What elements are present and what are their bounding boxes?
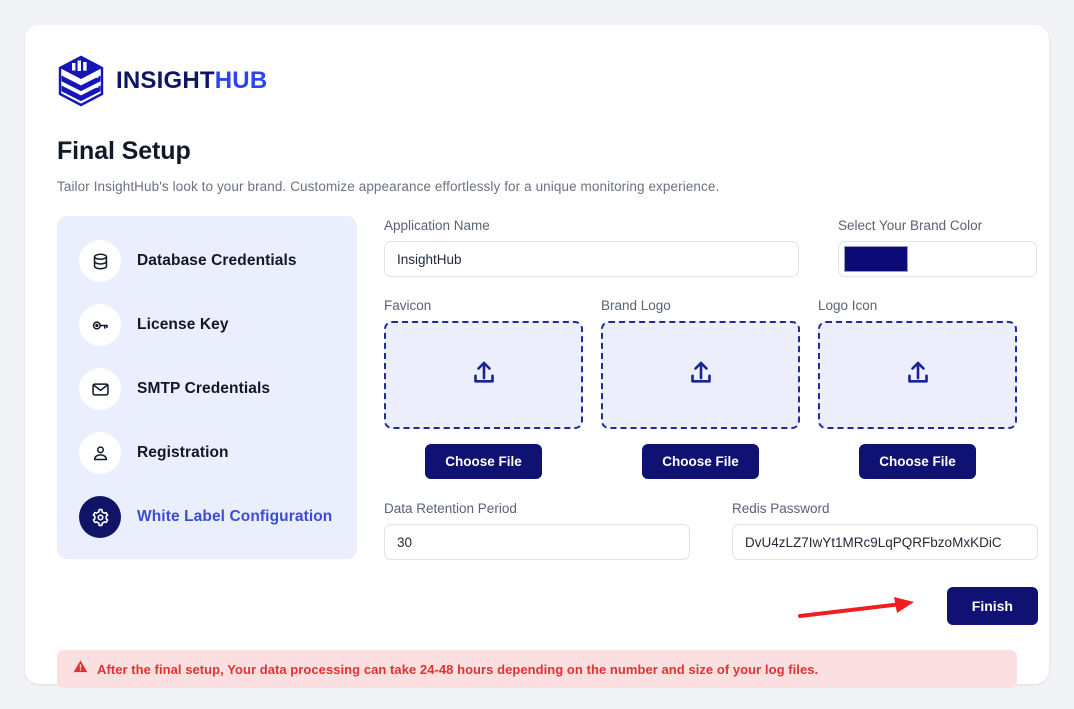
upload-icon [686, 358, 716, 393]
form-row-naming: Application Name Select Your Brand Color [384, 218, 1038, 277]
pointer-arrow-icon [798, 593, 928, 628]
favicon-upload-group: Favicon Choose File [384, 298, 583, 479]
brand-color-label: Select Your Brand Color [838, 218, 983, 233]
sidebar-item-label: Registration [137, 444, 229, 461]
user-icon [79, 432, 121, 474]
form-row-uploads: Favicon Choose File Brand Logo Choose Fi… [384, 298, 1038, 479]
data-retention-label: Data Retention Period [384, 501, 517, 516]
sidebar-item-white-label-configuration[interactable]: White Label Configuration [57, 494, 357, 540]
brand-logo-label: Brand Logo [601, 298, 671, 313]
gear-icon [79, 496, 121, 538]
logo-icon-dropzone[interactable] [818, 321, 1017, 429]
upload-icon [469, 358, 499, 393]
brand-logo-choose-file-button[interactable]: Choose File [642, 444, 759, 479]
brand-logo-choose-wrap: Choose File [601, 444, 800, 479]
application-name-label: Application Name [384, 218, 490, 233]
data-retention-group: Data Retention Period [384, 501, 690, 560]
sidebar-item-smtp-credentials[interactable]: SMTP Credentials [57, 366, 357, 412]
upload-icon [903, 358, 933, 393]
envelope-icon [79, 368, 121, 410]
favicon-dropzone[interactable] [384, 321, 583, 429]
sidebar-item-label: Database Credentials [137, 252, 297, 269]
white-label-form: Application Name Select Your Brand Color… [384, 216, 1038, 625]
setup-card: INSIGHTHUB Final Setup Tailor InsightHub… [25, 25, 1049, 688]
redis-password-input[interactable] [732, 524, 1038, 560]
application-name-group: Application Name [384, 218, 799, 277]
logo-icon-upload-group: Logo Icon Choose File [818, 298, 1017, 479]
sidebar-item-license-key[interactable]: License Key [57, 302, 357, 348]
sidebar-item-database-credentials[interactable]: Database Credentials [57, 238, 357, 284]
page-subtitle: Tailor InsightHub's look to your brand. … [57, 179, 720, 194]
brand-logo-upload-group: Brand Logo Choose File [601, 298, 800, 479]
application-name-input[interactable] [384, 241, 799, 277]
form-row-advanced: Data Retention Period Redis Password [384, 501, 1038, 560]
brand-color-swatch[interactable] [844, 246, 908, 272]
brand-wordmark: INSIGHTHUB [116, 69, 267, 93]
layered-hexagon-database-icon [57, 55, 105, 107]
brand-header: INSIGHTHUB [57, 55, 1017, 107]
favicon-choose-wrap: Choose File [384, 444, 583, 479]
processing-warning-text: After the final setup, Your data process… [97, 661, 819, 677]
page-background: INSIGHTHUB Final Setup Tailor InsightHub… [0, 0, 1074, 709]
logo-icon-label: Logo Icon [818, 298, 878, 313]
brand-word-secondary: HUB [214, 67, 268, 94]
redis-password-group: Redis Password [732, 501, 1038, 560]
setup-body: Database Credentials License Key SMTP Cr… [57, 216, 1038, 625]
warning-triangle-icon [73, 659, 88, 679]
sidebar-item-label: License Key [137, 316, 229, 333]
setup-steps-panel: Database Credentials License Key SMTP Cr… [57, 216, 357, 559]
page-title: Final Setup [57, 137, 191, 165]
favicon-choose-file-button[interactable]: Choose File [425, 444, 542, 479]
finish-button[interactable]: Finish [946, 587, 1038, 625]
redis-password-label: Redis Password [732, 501, 830, 516]
database-icon [79, 240, 121, 282]
finish-row: Finish [384, 587, 1038, 625]
brand-color-group: Select Your Brand Color [838, 218, 1037, 277]
logo-icon-choose-wrap: Choose File [818, 444, 1017, 479]
sidebar-item-registration[interactable]: Registration [57, 430, 357, 476]
brand-logo-dropzone[interactable] [601, 321, 800, 429]
key-icon [79, 304, 121, 346]
data-retention-input[interactable] [384, 524, 690, 560]
sidebar-item-label: White Label Configuration [137, 508, 333, 525]
processing-warning-banner: After the final setup, Your data process… [57, 650, 1017, 688]
logo-icon-choose-file-button[interactable]: Choose File [859, 444, 976, 479]
favicon-label: Favicon [384, 298, 432, 313]
sidebar-item-label: SMTP Credentials [137, 380, 271, 397]
brand-word-primary: INSIGHT [116, 67, 215, 94]
brand-color-picker[interactable] [838, 241, 1037, 277]
